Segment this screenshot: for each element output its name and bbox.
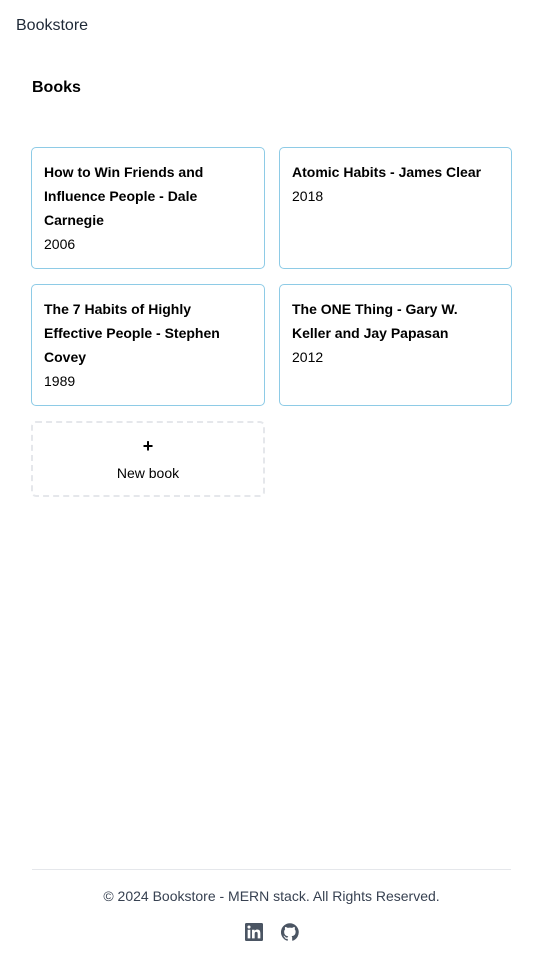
social-links [0, 923, 543, 941]
book-grid: How to Win Friends and Influence People … [31, 147, 512, 497]
page: Bookstore Books How to Win Friends and I… [0, 0, 543, 959]
book-year: 2018 [292, 188, 324, 204]
book-year: 2012 [292, 349, 324, 365]
book-title: Atomic Habits - James Clear [292, 164, 482, 180]
brand-link[interactable]: Bookstore [16, 16, 88, 36]
book-card[interactable]: Atomic Habits - James Clear 2018 [279, 147, 512, 269]
book-title: How to Win Friends and Influence People … [44, 164, 204, 228]
footer-divider [32, 869, 511, 870]
book-year: 2006 [44, 236, 76, 252]
book-card[interactable]: The ONE Thing - Gary W. Keller and Jay P… [279, 284, 512, 406]
github-icon[interactable] [280, 923, 299, 941]
plus-icon: + [142, 435, 154, 456]
linkedin-icon[interactable] [244, 923, 263, 941]
book-card[interactable]: How to Win Friends and Influence People … [31, 147, 265, 269]
page-title: Books [32, 79, 81, 96]
book-year: 1989 [44, 373, 76, 389]
book-title: The 7 Habits of Highly Effective People … [44, 301, 220, 365]
book-title: The ONE Thing - Gary W. Keller and Jay P… [292, 301, 458, 341]
new-book-button[interactable]: + New book [31, 421, 265, 497]
book-card[interactable]: The 7 Habits of Highly Effective People … [31, 284, 265, 406]
copyright-text: © 2024 Bookstore - MERN stack. All Right… [103, 888, 440, 904]
new-book-label: New book [116, 464, 180, 481]
